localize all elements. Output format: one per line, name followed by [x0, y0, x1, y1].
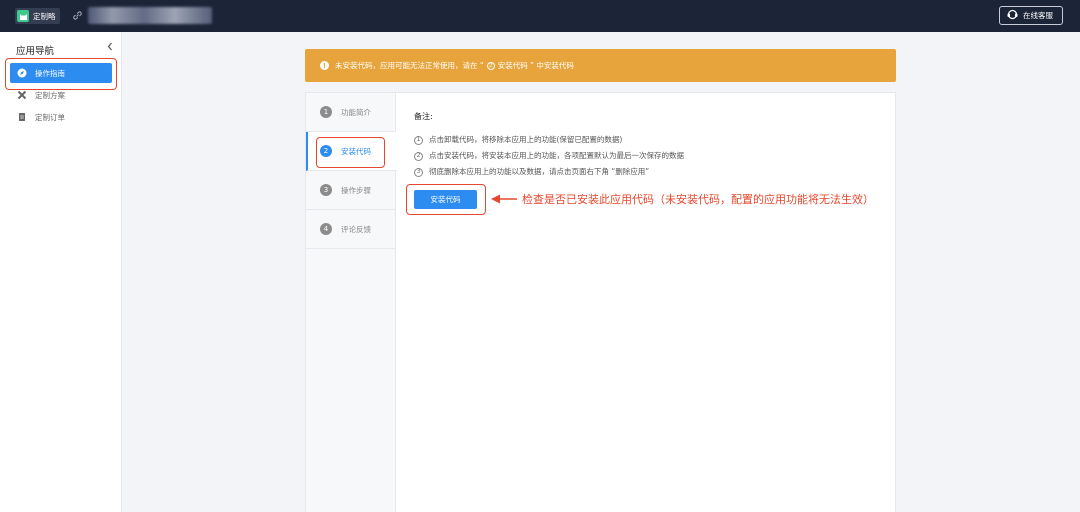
- note-line: 3 彻底删除本应用上的功能以及数据，请点击页面右下角 “删除应用”: [414, 164, 684, 180]
- highlight-box-install-button: [406, 184, 486, 215]
- note-number: 3: [414, 167, 423, 177]
- warning-banner: ! 未安装代码，应用可能无法正常使用，请在 “ 2 安装代码 ” 中安装代码: [305, 49, 896, 82]
- sidebar-item-label: 定制方案: [35, 90, 65, 100]
- arrow-left-icon: [490, 193, 518, 208]
- step-item-operation[interactable]: 3 操作步骤: [306, 171, 396, 210]
- note-text: 点击安装代码，将安装本应用上的功能，各项配置默认为最后一次保存的数据: [429, 151, 684, 160]
- blurred-app-name: [88, 7, 212, 24]
- step-label: 评论反馈: [341, 224, 371, 234]
- note-line: 2 点击安装代码，将安装本应用上的功能，各项配置默认为最后一次保存的数据: [414, 148, 684, 164]
- support-label: 在线客服: [1023, 11, 1053, 20]
- warning-step-number: 2: [486, 61, 495, 70]
- warning-text-end: 安装代码 ” 中安装代码: [497, 61, 574, 70]
- step-number: 3: [320, 184, 332, 196]
- step-number: 1: [320, 106, 332, 118]
- note-number: 1: [414, 135, 423, 145]
- brand-name: 定制略: [33, 11, 56, 21]
- step-label: 功能简介: [341, 107, 371, 117]
- sidebar: 应用导航 操作指南 定制方案 定制订单: [0, 32, 122, 512]
- sidebar-item-orders[interactable]: 定制订单: [10, 107, 112, 127]
- note-line: 1 点击卸载代码，将移除本应用上的功能(保留已配置的数据): [414, 132, 684, 148]
- notes-title: 备注:: [414, 112, 433, 121]
- online-support-button[interactable]: 在线客服: [999, 6, 1063, 25]
- warning-text-start: 未安装代码，应用可能无法正常使用，请在 “: [335, 61, 484, 70]
- exclamation-icon: !: [320, 61, 329, 70]
- sidebar-item-label: 定制订单: [35, 112, 65, 122]
- notes-section: 备注: 1 点击卸载代码，将移除本应用上的功能(保留已配置的数据) 2 点击安装…: [414, 111, 684, 180]
- brand[interactable]: 定制略: [15, 8, 60, 24]
- step-item-intro[interactable]: 1 功能简介: [306, 93, 396, 132]
- tools-icon: [17, 90, 27, 100]
- highlight-box-install-step: [316, 137, 385, 168]
- guide-card: 1 功能简介 2 安装代码 3 操作步骤 4 评论反馈 备注: 1 点击卸载代码…: [305, 92, 896, 512]
- headset-icon: [1007, 9, 1018, 22]
- cat-logo-icon: [17, 10, 29, 22]
- step-item-feedback[interactable]: 4 评论反馈: [306, 210, 396, 249]
- highlight-box-guide: [5, 58, 117, 90]
- annotation-text: 检查是否已安装此应用代码（未安装代码，配置的应用功能将无法生效）: [522, 193, 874, 206]
- note-text: 点击卸载代码，将移除本应用上的功能(保留已配置的数据): [429, 135, 623, 144]
- sidebar-title: 应用导航: [16, 46, 55, 57]
- chevron-left-icon[interactable]: [106, 42, 114, 54]
- note-text: 彻底删除本应用上的功能以及数据，请点击页面右下角 “删除应用”: [429, 167, 650, 176]
- note-number: 2: [414, 151, 423, 161]
- document-icon: [17, 112, 27, 122]
- step-number: 4: [320, 223, 332, 235]
- top-bar: 定制略 在线客服: [0, 0, 1080, 32]
- step-label: 操作步骤: [341, 185, 371, 195]
- link-icon[interactable]: [72, 10, 83, 24]
